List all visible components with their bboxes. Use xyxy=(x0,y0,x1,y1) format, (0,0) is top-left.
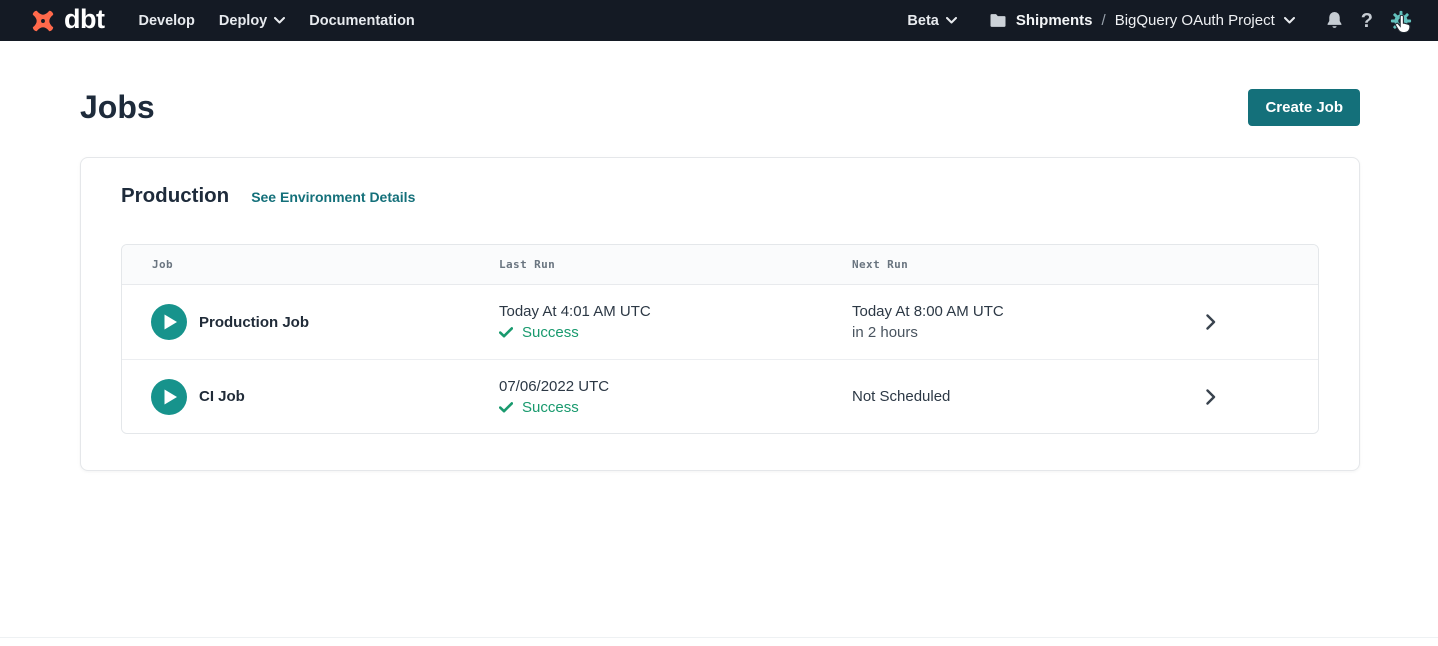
last-run-status: Success xyxy=(522,399,579,416)
environment-card: Production See Environment Details Job L… xyxy=(80,157,1360,471)
dbt-logo-mark-icon xyxy=(28,6,58,36)
run-play-button[interactable] xyxy=(151,304,187,340)
gear-settings-icon[interactable] xyxy=(1390,10,1412,32)
job-row-ci-job[interactable]: CI Job 07/06/2022 UTC Success Not Schedu… xyxy=(122,359,1318,433)
next-run-time: Today At 8:00 AM UTC xyxy=(852,303,1192,320)
page-title: Jobs xyxy=(80,88,155,126)
nav-item-deploy[interactable]: Deploy xyxy=(219,13,285,29)
nav-item-documentation[interactable]: Documentation xyxy=(309,13,415,29)
dbt-wordmark: dbt xyxy=(64,6,104,33)
primary-nav-links: Develop Deploy Documentation xyxy=(138,13,414,29)
last-run-time: Today At 4:01 AM UTC xyxy=(499,303,852,320)
column-header-next-run: Next Run xyxy=(852,258,1192,271)
chevron-right-icon[interactable] xyxy=(1206,389,1216,405)
nav-item-label: Deploy xyxy=(219,13,267,29)
jobs-table-header: Job Last Run Next Run xyxy=(122,245,1318,285)
success-check-icon xyxy=(499,402,513,413)
breadcrumb-separator: / xyxy=(1102,12,1106,29)
column-header-job: Job xyxy=(122,258,499,271)
nav-item-develop[interactable]: Develop xyxy=(138,13,194,29)
run-play-button[interactable] xyxy=(151,379,187,415)
next-run-time: Not Scheduled xyxy=(852,388,1192,405)
success-check-icon xyxy=(499,327,513,338)
job-name: CI Job xyxy=(199,388,245,405)
chevron-down-icon xyxy=(274,17,285,24)
chevron-down-icon xyxy=(1284,17,1295,24)
next-run-note: in 2 hours xyxy=(852,324,1192,341)
notifications-bell-icon[interactable] xyxy=(1325,10,1344,31)
environment-name: Production xyxy=(121,184,229,208)
folder-icon xyxy=(989,13,1007,28)
main-content: Jobs Create Job Production See Environme… xyxy=(0,88,1438,471)
help-icon[interactable]: ? xyxy=(1361,11,1373,31)
last-run-status: Success xyxy=(522,324,579,341)
bottom-divider xyxy=(0,637,1438,638)
column-header-last-run: Last Run xyxy=(499,258,852,271)
beta-label: Beta xyxy=(907,13,938,29)
nav-item-label: Develop xyxy=(138,13,194,29)
see-environment-details-link[interactable]: See Environment Details xyxy=(251,189,415,205)
chevron-right-icon[interactable] xyxy=(1206,314,1216,330)
breadcrumb-account: BigQuery OAuth Project xyxy=(1115,12,1275,29)
job-row-production-job[interactable]: Production Job Today At 4:01 AM UTC Succ… xyxy=(122,285,1318,359)
chevron-down-icon xyxy=(946,17,957,24)
nav-item-label: Documentation xyxy=(309,13,415,29)
breadcrumb[interactable]: Shipments / BigQuery OAuth Project xyxy=(989,12,1295,29)
top-nav: dbt Develop Deploy Documentation Beta xyxy=(0,0,1438,41)
jobs-table: Job Last Run Next Run Production Job xyxy=(121,244,1319,434)
beta-dropdown[interactable]: Beta xyxy=(907,13,956,29)
create-job-button[interactable]: Create Job xyxy=(1248,89,1360,126)
job-name: Production Job xyxy=(199,314,309,331)
last-run-time: 07/06/2022 UTC xyxy=(499,378,852,395)
breadcrumb-project: Shipments xyxy=(1016,12,1093,29)
dbt-logo[interactable]: dbt xyxy=(28,6,104,36)
